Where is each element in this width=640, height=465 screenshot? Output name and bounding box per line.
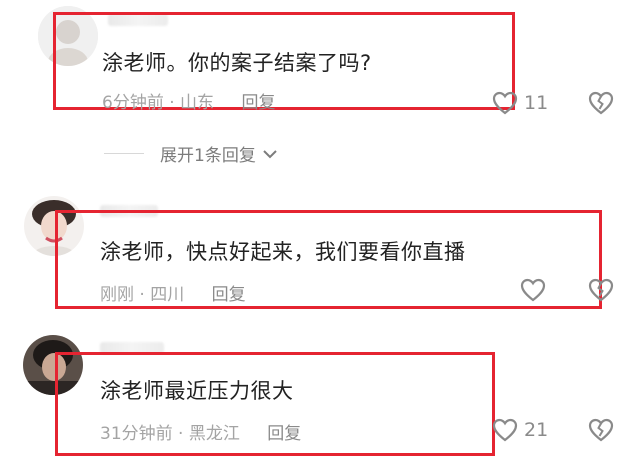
expand-replies-button[interactable]: 展开1条回复 — [104, 141, 278, 166]
comment-meta: 31分钟前 · 黑龙江 回复 — [100, 419, 301, 444]
meta-separator: · — [178, 424, 184, 444]
comment-time: 31分钟前 — [100, 424, 173, 444]
comment-meta: 6分钟前 · 山东 回复 — [102, 88, 275, 113]
dislike-button[interactable] — [588, 91, 614, 119]
heart-outline-icon — [492, 418, 518, 442]
heart-outline-icon — [492, 91, 518, 115]
meta-separator: · — [169, 93, 175, 113]
like-button[interactable] — [520, 278, 552, 302]
expand-divider — [104, 153, 144, 154]
meta-separator: · — [139, 285, 145, 305]
dislike-button[interactable] — [588, 418, 614, 446]
broken-heart-icon — [588, 278, 614, 302]
expand-replies-label: 展开1条回复 — [160, 146, 256, 166]
comment-text: 涂老师，快点好起来，我们要看你直播 — [100, 240, 466, 264]
broken-heart-icon — [588, 418, 614, 442]
reply-button[interactable]: 回复 — [267, 424, 301, 444]
comment-text: 涂老师最近压力很大 — [100, 379, 294, 403]
like-count: 11 — [524, 92, 549, 114]
comment-location: 四川 — [150, 285, 185, 305]
comment-time: 刚刚 — [100, 285, 134, 305]
dislike-button[interactable] — [588, 278, 614, 306]
heart-outline-icon — [520, 278, 546, 302]
chevron-down-icon — [262, 148, 278, 160]
comment-meta: 刚刚 · 四川 回复 — [100, 280, 246, 305]
like-button[interactable]: 21 — [492, 418, 548, 442]
comment-time: 6分钟前 — [102, 93, 164, 113]
reply-button[interactable]: 回复 — [212, 285, 246, 305]
reply-button[interactable]: 回复 — [241, 93, 275, 113]
comment-text: 涂老师。你的案子结案了吗? — [102, 51, 372, 75]
like-count: 21 — [524, 419, 549, 441]
broken-heart-icon — [588, 91, 614, 115]
comment-location: 山东 — [180, 93, 215, 113]
comment-location: 黑龙江 — [188, 424, 240, 444]
like-button[interactable]: 11 — [492, 91, 548, 115]
